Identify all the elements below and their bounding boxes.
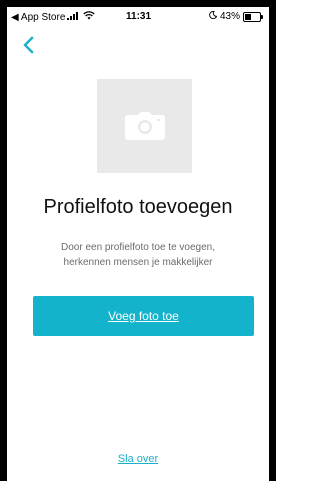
- camera-icon: [125, 112, 165, 140]
- signal-icon: [67, 11, 81, 23]
- profile-photo-placeholder[interactable]: [97, 79, 192, 173]
- description-line-1: Door een profielfoto toe te voegen,: [61, 242, 215, 253]
- description-line-2: herkennen mensen je makkelijker: [63, 257, 213, 268]
- back-button[interactable]: [22, 35, 42, 57]
- battery-icon: [243, 11, 263, 22]
- status-right: 43%: [209, 11, 263, 22]
- chevron-left-icon: [23, 36, 34, 54]
- skip-link[interactable]: Sla over: [7, 453, 269, 465]
- wifi-icon: [83, 11, 96, 23]
- page-title: Profielfoto toevoegen: [43, 196, 233, 218]
- back-to-app-store-link[interactable]: ◀ App Store: [11, 12, 65, 23]
- battery-percent: 43%: [219, 11, 240, 22]
- description: Door een profielfoto toe te voegen, herk…: [17, 240, 259, 270]
- status-time: 11:31: [126, 11, 152, 22]
- status-left: ◀ App Store: [11, 11, 96, 23]
- moon-icon: [209, 11, 218, 22]
- add-photo-button[interactable]: Voeg foto toe: [33, 296, 254, 336]
- app-screen: ◀ App Store 11:31 43% Profielfoto toevoe…: [0, 0, 276, 481]
- status-bar: ◀ App Store 11:31 43%: [7, 7, 269, 27]
